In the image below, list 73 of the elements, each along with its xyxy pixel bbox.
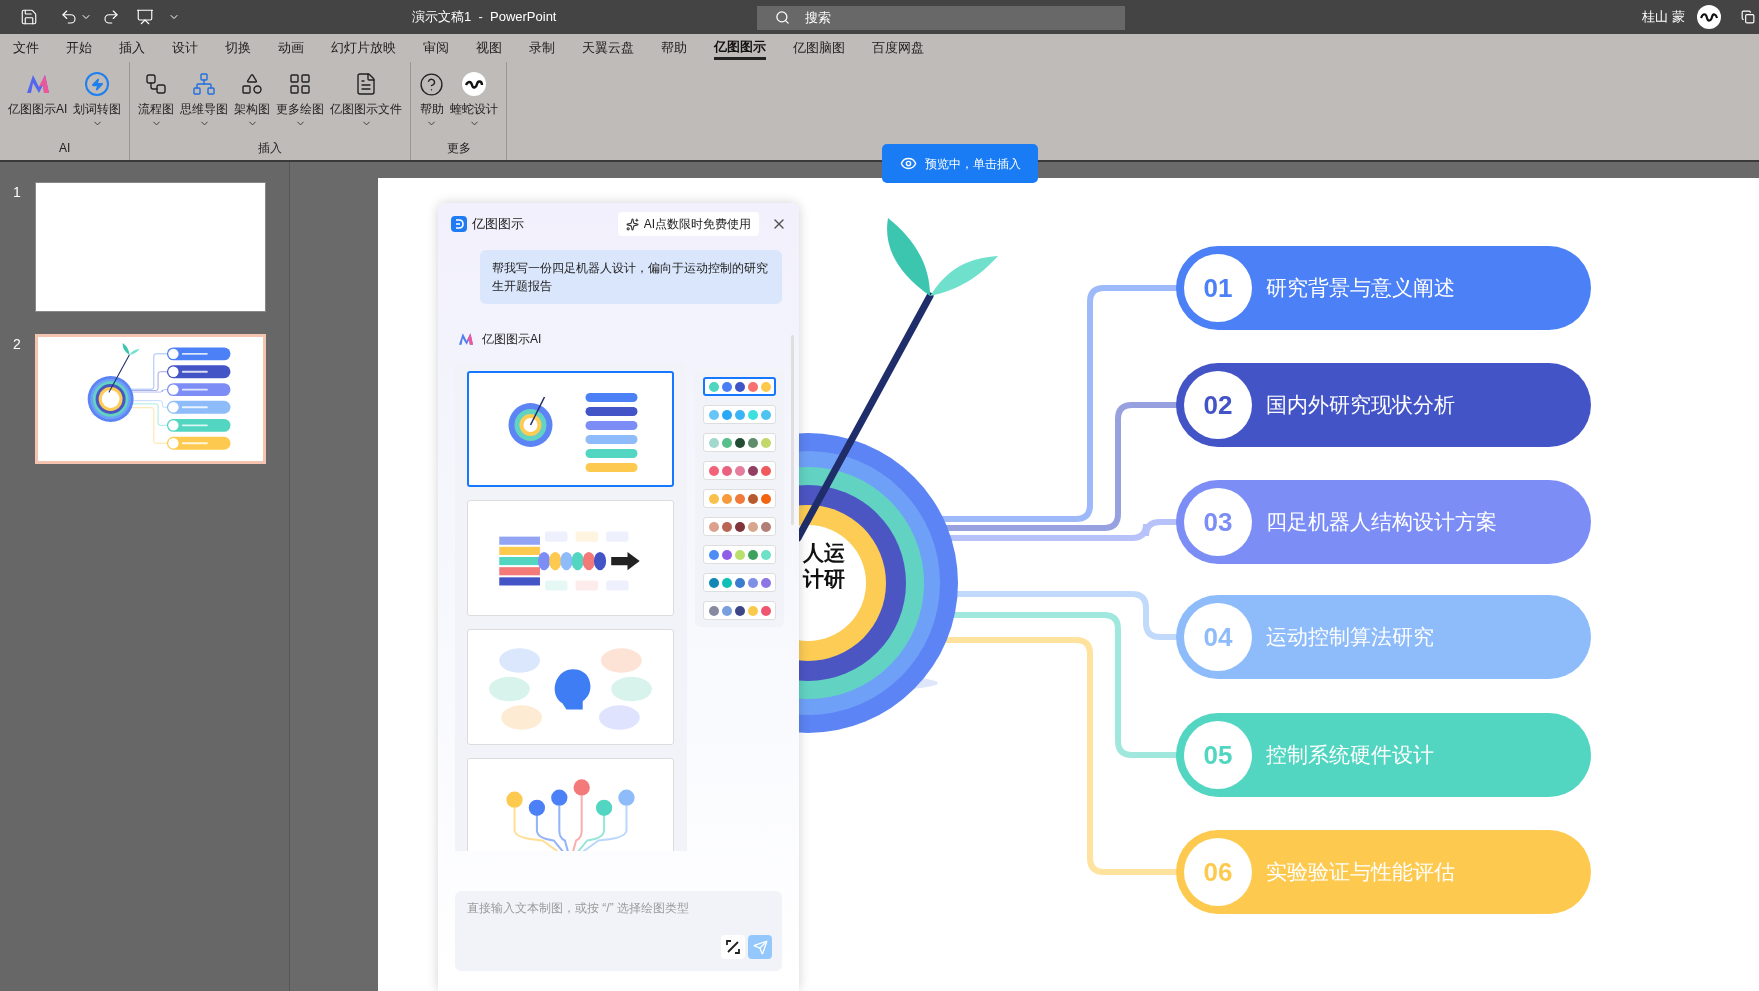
- center-title: 人运: [803, 540, 845, 566]
- search-field[interactable]: 搜索: [756, 5, 1125, 30]
- save-icon: [20, 8, 38, 26]
- group-label: 插入: [257, 140, 284, 157]
- restore-button[interactable]: [1741, 10, 1755, 24]
- assistant-name: 亿图图示AI: [482, 331, 542, 348]
- topic-label: 研究背景与意义阐述: [1266, 275, 1455, 302]
- menu-tab[interactable]: 百度网盘: [872, 36, 924, 60]
- topic-number: 05: [1184, 721, 1252, 789]
- slide-thumbnail[interactable]: [35, 182, 266, 312]
- menu-tab[interactable]: 录制: [529, 36, 555, 60]
- ribbon-button[interactable]: 亿图图示AI: [6, 66, 70, 139]
- ribbon-button[interactable]: 亿图图示文件: [328, 66, 405, 139]
- ribbon-button[interactable]: 划词转图: [71, 66, 124, 139]
- ribbon-button[interactable]: 更多绘图: [274, 66, 327, 139]
- percent-icon: [726, 940, 740, 954]
- message-input[interactable]: 直接输入文本制图，或按 “/” 选择绘图类型: [455, 891, 782, 971]
- menu-tab[interactable]: 天翼云盘: [582, 36, 634, 60]
- undo-icon: [60, 8, 78, 26]
- menu-tab[interactable]: 动画: [278, 36, 304, 60]
- group-label: 更多: [445, 140, 472, 157]
- menu-tab[interactable]: 切换: [225, 36, 251, 60]
- topic-label: 运动控制算法研究: [1266, 624, 1434, 651]
- restore-icon: [1741, 10, 1755, 24]
- menu-tab[interactable]: 插入: [119, 36, 145, 60]
- template-card[interactable]: [467, 371, 674, 487]
- ribbon-icon: [419, 70, 445, 98]
- topic-number: 04: [1184, 603, 1252, 671]
- color-palette[interactable]: [703, 377, 776, 396]
- topic-number: 03: [1184, 488, 1252, 556]
- app-logo-icon: [451, 216, 467, 232]
- ai-logo-icon: [457, 332, 475, 346]
- slide-number: 2: [13, 335, 22, 354]
- menu-tab[interactable]: 亿图脑图: [793, 36, 845, 60]
- ribbon-button[interactable]: 流程图: [136, 66, 177, 139]
- ribbon-button[interactable]: 蝰蛇设计: [448, 66, 501, 139]
- topic-number: 01: [1184, 254, 1252, 322]
- prompt-message: 帮我写一份四足机器人设计，偏向于运动控制的研究生开题报告: [480, 250, 782, 304]
- ribbon-button[interactable]: 思维导图: [178, 66, 231, 139]
- ribbon-icon: [462, 70, 487, 98]
- menu-tab[interactable]: 设计: [172, 36, 198, 60]
- redo-icon: [102, 8, 120, 26]
- topic-label: 实验验证与性能评估: [1266, 859, 1455, 886]
- menu-tab[interactable]: 文件: [13, 36, 39, 60]
- window-title: 演示文稿1 - PowerPoint: [412, 8, 557, 27]
- send-icon: [752, 939, 768, 955]
- panel-title: 亿图图示: [472, 215, 524, 234]
- topic-label: 四足机器人结构设计方案: [1266, 509, 1497, 536]
- search-icon: [774, 10, 790, 25]
- slide-number: 1: [13, 183, 22, 202]
- ribbon-icon: [85, 70, 110, 98]
- menu-tab[interactable]: 帮助: [661, 36, 687, 60]
- user-avatar-icon[interactable]: [1697, 5, 1721, 29]
- topic-label: 国内外研究现状分析: [1266, 392, 1455, 419]
- preview-insert-button[interactable]: 预览中，单击插入: [882, 144, 1038, 183]
- format-button[interactable]: [721, 935, 745, 959]
- menu-tab[interactable]: 审阅: [423, 36, 449, 60]
- user-name: 桂山 蒙: [1642, 8, 1685, 27]
- topic-number: 06: [1184, 838, 1252, 906]
- promo-button[interactable]: AI点数限时免费使用: [617, 212, 759, 236]
- presentation-icon: [136, 8, 154, 26]
- topic-label: 控制系统硬件设计: [1266, 742, 1434, 769]
- menu-tab[interactable]: 幻灯片放映: [331, 36, 396, 60]
- eye-icon: [899, 155, 917, 172]
- ribbon-icon: [192, 70, 217, 98]
- topic-number: 02: [1184, 371, 1252, 439]
- group-label: AI: [58, 140, 72, 157]
- menu-tab[interactable]: 视图: [476, 36, 502, 60]
- ribbon-button[interactable]: 架构图: [232, 66, 273, 139]
- center-title: 计研: [803, 566, 845, 592]
- menu-tab[interactable]: 开始: [66, 36, 92, 60]
- sparkle-icon: [625, 217, 639, 231]
- ribbon-button[interactable]: 帮助: [417, 66, 447, 139]
